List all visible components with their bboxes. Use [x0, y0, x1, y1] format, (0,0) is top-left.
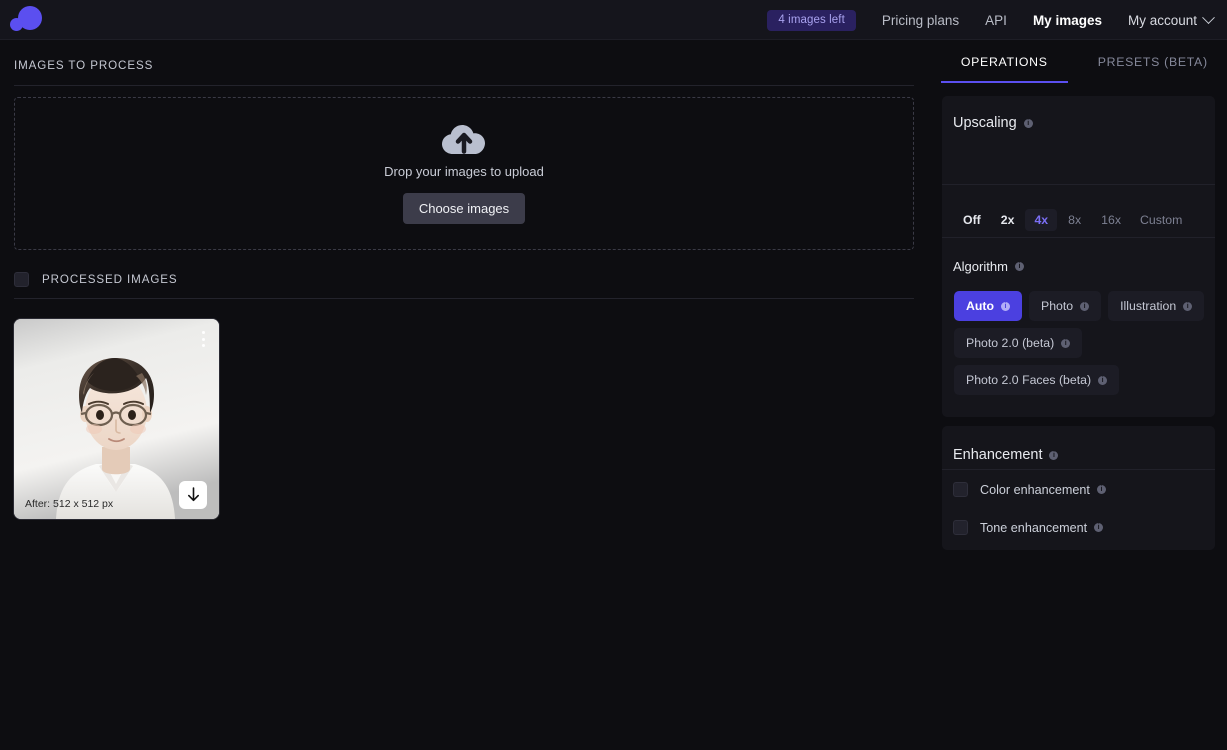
info-icon[interactable]: i	[1098, 375, 1108, 385]
info-icon[interactable]: i	[1001, 301, 1010, 311]
upscale-option-4x[interactable]: 4x	[1025, 209, 1058, 231]
top-header: 4 images left Pricing plans API My image…	[0, 0, 1227, 40]
dropzone-text: Drop your images to upload	[384, 163, 544, 179]
logo-circle-small	[10, 18, 23, 31]
processed-images-header: PROCESSED IMAGES	[14, 272, 178, 287]
tone-enhancement-label: Tone enhancement	[980, 520, 1088, 535]
divider	[14, 298, 914, 299]
enhancement-title-text: Enhancement	[953, 447, 1043, 463]
upscaling-title-text: Upscaling	[953, 115, 1017, 131]
select-all-processed-checkbox[interactable]	[14, 272, 29, 287]
upscaling-heading: Upscaling i	[953, 115, 1033, 131]
info-icon[interactable]: i	[1049, 450, 1059, 460]
enhancement-heading: Enhancement i	[953, 447, 1059, 463]
upscaling-options: Off 2x 4x 8x 16x Custom	[954, 209, 1190, 231]
processed-image-card[interactable]: After: 512 x 512 px	[14, 319, 219, 519]
algorithm-option-photo-2-beta-label: Photo 2.0 (beta)	[966, 336, 1055, 350]
info-icon[interactable]: i	[1183, 301, 1193, 311]
info-icon[interactable]: i	[1061, 338, 1071, 348]
algorithm-option-photo-label: Photo	[1041, 299, 1074, 313]
algorithm-option-illustration[interactable]: Illustration i	[1108, 291, 1205, 321]
tone-enhancement-checkbox[interactable]	[953, 520, 968, 535]
info-icon[interactable]: i	[1014, 262, 1024, 271]
upscale-option-2x[interactable]: 2x	[992, 209, 1024, 231]
download-button[interactable]	[179, 481, 207, 509]
tab-presets[interactable]: PRESETS (BETA)	[1079, 40, 1227, 83]
algorithm-options: Auto i Photo i Illustration i Photo 2.0 …	[954, 291, 1206, 395]
sidebar-tabs: OPERATIONS PRESETS (BETA)	[930, 40, 1227, 83]
upload-dropzone[interactable]: Drop your images to upload Choose images	[14, 97, 914, 250]
color-enhancement-label-group: Color enhancement i	[980, 483, 1106, 497]
algorithm-heading: Algorithm i	[953, 259, 1024, 274]
tone-enhancement-label-group: Tone enhancement i	[980, 520, 1104, 535]
algorithm-option-auto[interactable]: Auto i	[954, 291, 1022, 321]
upscaling-algorithm-panel: Upscaling i Off 2x 4x 8x 16x Custom Algo…	[942, 96, 1215, 417]
logo-icon[interactable]	[10, 4, 44, 36]
operations-sidebar: OPERATIONS PRESETS (BETA) Upscaling i Of…	[930, 40, 1227, 750]
upscale-option-16x[interactable]: 16x	[1092, 209, 1130, 231]
cloud-upload-icon	[442, 124, 485, 154]
algorithm-option-photo[interactable]: Photo i	[1029, 291, 1102, 321]
image-size-label: After: 512 x 512 px	[25, 498, 114, 510]
color-enhancement-row[interactable]: Color enhancement i	[953, 482, 1106, 497]
algorithm-option-photo-2-faces-beta-label: Photo 2.0 Faces (beta)	[966, 373, 1092, 387]
download-icon	[187, 487, 199, 502]
main-content: IMAGES TO PROCESS Drop your images to up…	[0, 40, 930, 750]
my-account-label: My account	[1127, 12, 1197, 28]
color-enhancement-label: Color enhancement	[980, 482, 1090, 497]
upscale-option-8x[interactable]: 8x	[1059, 209, 1090, 231]
main-nav: 4 images left Pricing plans API My image…	[767, 0, 1215, 40]
credits-badge[interactable]: 4 images left	[767, 9, 856, 31]
nav-item-pricing-plans[interactable]: Pricing plans	[882, 13, 959, 28]
chevron-down-icon	[1202, 10, 1215, 24]
upscale-option-off[interactable]: Off	[954, 209, 990, 231]
choose-images-button[interactable]: Choose images	[402, 192, 526, 224]
algorithm-option-auto-label: Auto	[966, 299, 994, 313]
tone-enhancement-row[interactable]: Tone enhancement i	[953, 520, 1104, 535]
divider	[14, 85, 914, 86]
color-enhancement-checkbox[interactable]	[953, 482, 968, 497]
divider	[942, 237, 1215, 238]
algorithm-title-text: Algorithm	[953, 259, 1008, 274]
divider	[942, 184, 1215, 185]
upscale-option-custom[interactable]: Custom	[1132, 209, 1190, 231]
info-icon[interactable]: i	[1023, 118, 1033, 128]
kebab-menu-icon[interactable]	[196, 330, 210, 348]
info-icon[interactable]: i	[1094, 523, 1104, 532]
algorithm-option-photo-2-beta[interactable]: Photo 2.0 (beta) i	[954, 328, 1083, 358]
nav-item-my-account[interactable]: My account	[1127, 10, 1215, 28]
divider	[942, 469, 1215, 470]
tab-operations[interactable]: OPERATIONS	[930, 40, 1079, 83]
images-to-process-heading: IMAGES TO PROCESS	[14, 59, 154, 72]
nav-item-my-images[interactable]: My images	[1033, 13, 1102, 28]
algorithm-option-illustration-label: Illustration	[1120, 299, 1177, 313]
processed-images-heading: PROCESSED IMAGES	[42, 273, 178, 286]
nav-item-api[interactable]: API	[985, 13, 1007, 28]
enhancement-panel: Enhancement i Color enhancement i Tone e…	[942, 426, 1215, 550]
info-icon[interactable]: i	[1080, 301, 1090, 311]
algorithm-option-photo-2-faces-beta[interactable]: Photo 2.0 Faces (beta) i	[954, 365, 1120, 395]
info-icon[interactable]: i	[1096, 485, 1106, 494]
